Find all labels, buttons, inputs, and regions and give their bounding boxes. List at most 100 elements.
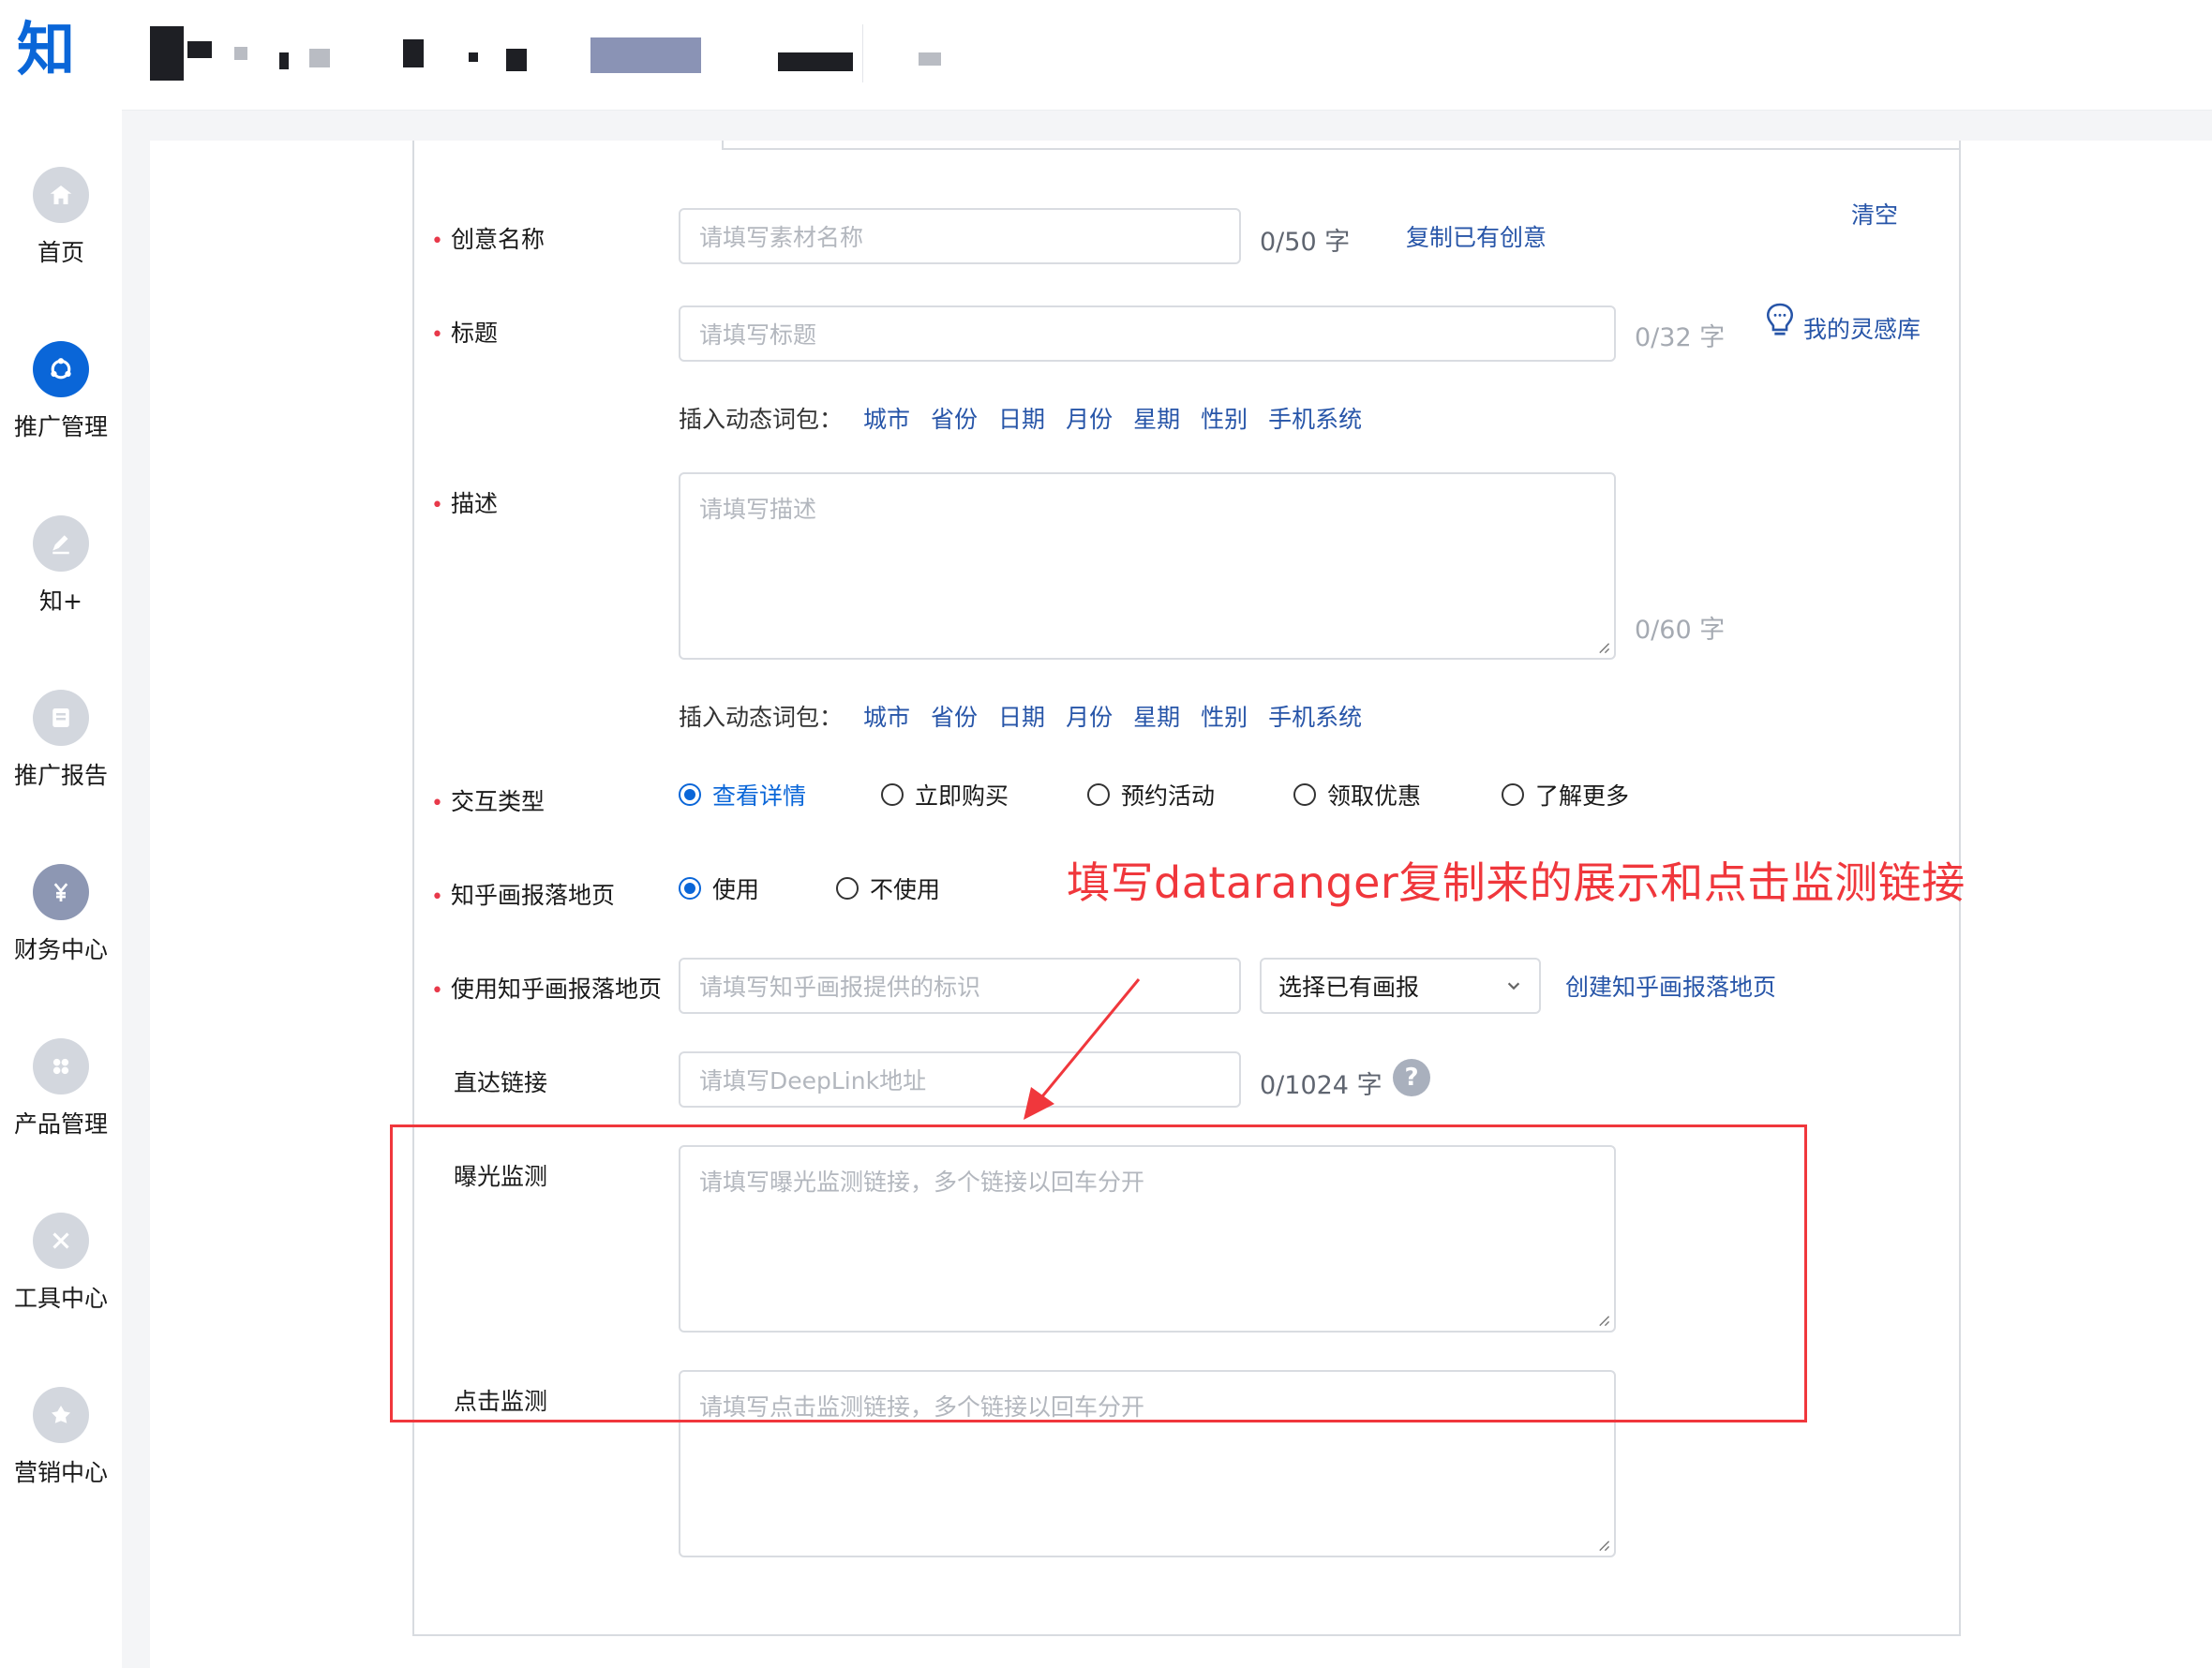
insert-words-label: 插入动态词包： — [679, 406, 844, 433]
radio-dot — [679, 783, 701, 806]
sidebar-item-finance[interactable]: 财务中心 — [0, 864, 122, 965]
pen-icon — [33, 515, 89, 572]
creative-name-input[interactable]: 请填写素材名称 — [679, 208, 1241, 264]
redacted-block — [919, 52, 941, 66]
word-tag-month[interactable]: 月份 — [1066, 406, 1113, 433]
redacted-block — [506, 49, 527, 71]
sidebar-item-report[interactable]: 推广报告 — [0, 690, 122, 791]
annotation-text: 填写dataranger复制来的展示和点击监测链接 — [1067, 857, 1965, 908]
word-tag-weekday[interactable]: 星期 — [1133, 406, 1180, 433]
yuan-icon — [33, 864, 89, 920]
radio-dot — [881, 783, 904, 806]
radio-not-use-landing[interactable]: 不使用 — [836, 871, 940, 905]
resize-handle-icon[interactable] — [1597, 641, 1610, 654]
word-tag-gender[interactable]: 性别 — [1201, 704, 1248, 731]
deeplink-input[interactable]: 请填写DeepLink地址 — [679, 1051, 1241, 1108]
use-landing-page-label: • 使用知乎画报落地页 — [431, 975, 662, 1003]
word-tag-os[interactable]: 手机系统 — [1268, 704, 1362, 731]
resize-handle-icon[interactable] — [1597, 1539, 1610, 1552]
radio-view-details[interactable]: 查看详情 — [679, 778, 806, 812]
chevron-down-icon — [1507, 982, 1520, 990]
word-tag-province[interactable]: 省份 — [931, 704, 978, 731]
account-avatar — [150, 26, 184, 81]
word-tag-weekday[interactable]: 星期 — [1133, 704, 1180, 731]
word-tag-os[interactable]: 手机系统 — [1268, 406, 1362, 433]
insert-words-row: 插入动态词包： 城市 省份 日期 月份 星期 性别 手机系统 — [679, 401, 1362, 435]
word-tag-city[interactable]: 城市 — [863, 406, 910, 433]
create-landing-page-link[interactable]: 创建知乎画报落地页 — [1565, 969, 1776, 1003]
radio-dot — [679, 877, 701, 900]
sidebar-item-product[interactable]: 产品管理 — [0, 1038, 122, 1139]
grid-icon — [33, 1038, 89, 1095]
creative-name-counter: 0/50 字 — [1260, 228, 1351, 257]
landing-page-id-input[interactable]: 请填写知乎画报提供的标识 — [679, 958, 1241, 1014]
clear-link[interactable]: 清空 — [1851, 197, 1898, 231]
word-tag-province[interactable]: 省份 — [931, 406, 978, 433]
insert-words-label: 插入动态词包： — [679, 704, 844, 731]
copy-creative-link[interactable]: 复制已有创意 — [1406, 219, 1547, 253]
radio-get-coupon[interactable]: 领取优惠 — [1293, 778, 1421, 812]
description-counter: 0/60 字 — [1635, 616, 1726, 645]
report-icon — [33, 690, 89, 746]
title-input[interactable]: 请填写标题 — [679, 305, 1616, 362]
help-icon[interactable]: ? — [1393, 1059, 1430, 1096]
word-tag-city[interactable]: 城市 — [863, 704, 910, 731]
sidebar-item-zhi-plus[interactable]: 知+ — [0, 515, 122, 617]
redacted-block — [590, 37, 701, 73]
sidebar-item-marketing[interactable]: 营销中心 — [0, 1387, 122, 1488]
tab-bar-edge — [722, 141, 1961, 150]
redacted-block — [403, 39, 424, 67]
sidebar-item-label: 推广管理 — [13, 413, 108, 440]
sidebar: 知 首页 推广管理 知+ 推广报告 财务中心 产品管理 工具中心 营销中心 — [0, 0, 122, 1668]
word-tag-date[interactable]: 日期 — [998, 704, 1045, 731]
sidebar-item-home[interactable]: 首页 — [0, 167, 122, 268]
home-icon — [33, 167, 89, 223]
tools-icon — [33, 1213, 89, 1269]
radio-dot — [1502, 783, 1524, 806]
content-panel: 清空 • 创意名称 请填写素材名称 0/50 字 复制已有创意 • 标题 请填写标题… — [150, 141, 2212, 1668]
word-tag-month[interactable]: 月份 — [1066, 704, 1113, 731]
landing-page-label: • 知乎画报落地页 — [431, 882, 615, 909]
sidebar-item-label: 知+ — [39, 588, 82, 615]
redacted-block — [309, 49, 330, 67]
sidebar-item-label: 推广报告 — [13, 762, 108, 789]
lightbulb-icon — [1766, 303, 1794, 335]
radio-dot — [836, 877, 859, 900]
sidebar-item-label: 首页 — [37, 239, 84, 266]
redacted-block — [187, 41, 212, 58]
annotation-highlight-box — [390, 1124, 1807, 1422]
radio-learn-more[interactable]: 了解更多 — [1502, 778, 1629, 812]
sidebar-item-tools[interactable]: 工具中心 — [0, 1213, 122, 1314]
word-tag-gender[interactable]: 性别 — [1201, 406, 1248, 433]
sidebar-item-promotion[interactable]: 推广管理 — [0, 341, 122, 442]
redacted-block — [469, 52, 478, 62]
zhihu-logo[interactable]: 知 — [17, 21, 75, 79]
title-label: • 标题 — [431, 320, 498, 347]
deeplink-counter: 0/1024 字 — [1260, 1071, 1382, 1100]
interaction-type-label: • 交互类型 — [431, 788, 545, 815]
description-textarea[interactable]: 请填写描述 — [679, 472, 1616, 660]
promotion-icon — [33, 341, 89, 397]
redacted-block — [778, 52, 853, 71]
radio-dot — [1293, 783, 1316, 806]
select-value: 选择已有画报 — [1278, 974, 1420, 1001]
description-placeholder: 请填写描述 — [699, 496, 817, 523]
title-counter: 0/32 字 — [1635, 323, 1726, 352]
sidebar-item-label: 产品管理 — [13, 1110, 108, 1138]
radio-book-event[interactable]: 预约活动 — [1087, 778, 1215, 812]
radio-use-landing[interactable]: 使用 — [679, 871, 759, 905]
insert-words-row: 插入动态词包： 城市 省份 日期 月份 星期 性别 手机系统 — [679, 699, 1362, 733]
inspiration-library-link[interactable]: 我的灵感库 — [1803, 311, 1921, 345]
existing-poster-select[interactable]: 选择已有画报 — [1260, 958, 1541, 1014]
redacted-block — [234, 47, 247, 60]
radio-buy-now[interactable]: 立即购买 — [881, 778, 1009, 812]
deeplink-label: 直达链接 — [454, 1069, 548, 1096]
top-bar — [122, 0, 2212, 111]
description-label: • 描述 — [431, 490, 498, 517]
sidebar-item-label: 财务中心 — [13, 936, 108, 963]
word-tag-date[interactable]: 日期 — [998, 406, 1045, 433]
divider — [862, 24, 863, 82]
radio-dot — [1087, 783, 1110, 806]
creative-name-label: • 创意名称 — [431, 226, 545, 253]
redacted-block — [279, 52, 289, 69]
